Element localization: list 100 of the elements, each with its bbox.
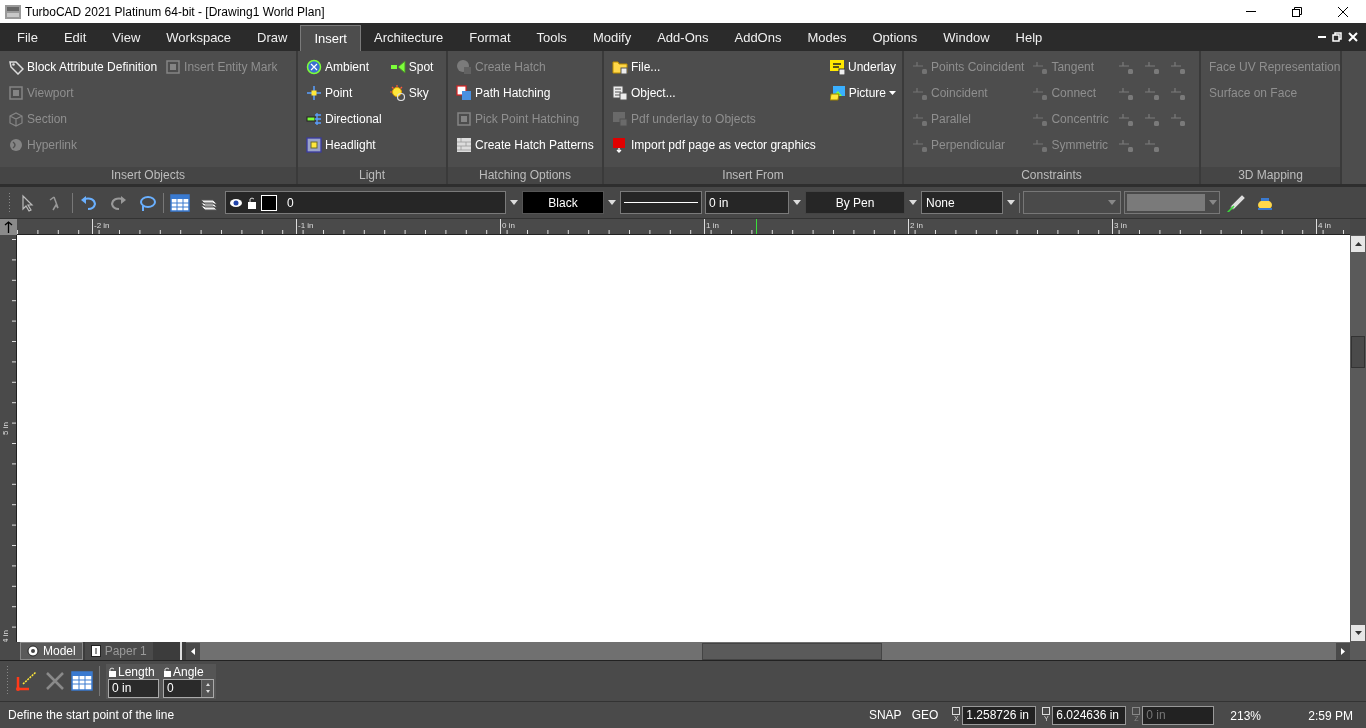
layer-name: 0 — [287, 194, 294, 212]
group-title: Insert From — [604, 167, 902, 184]
vertical-scrollbar[interactable] — [1350, 235, 1366, 642]
line-width-field[interactable]: 0 in — [705, 191, 789, 214]
lock-icon — [1032, 85, 1049, 101]
lock-icon — [1143, 137, 1160, 153]
tag-icon — [8, 59, 24, 75]
ruler-label: 1 in — [706, 220, 719, 232]
lock-icon — [912, 111, 928, 127]
ruler-label: 4 in — [1318, 220, 1331, 232]
arrows-icon — [306, 85, 322, 101]
pencil-icon — [1226, 193, 1246, 212]
line-style-dropdown[interactable] — [620, 191, 702, 214]
color-dropdown[interactable]: Black — [522, 191, 604, 214]
ribbon-button[interactable]: Import pdf page as vector graphics — [612, 135, 816, 155]
menu-tab[interactable]: Insert — [300, 25, 361, 51]
scroll-down-button[interactable] — [1351, 625, 1365, 641]
circle-icon — [456, 59, 472, 75]
menu-tab[interactable]: Options — [859, 25, 931, 51]
ribbon-button[interactable]: Point — [306, 83, 382, 103]
pen-dropdown[interactable]: By Pen — [805, 191, 905, 214]
menu-tab[interactable]: Modes — [794, 25, 860, 51]
close-icon — [1348, 32, 1358, 42]
up-arrow-icon — [4, 221, 13, 233]
cancel-button[interactable] — [45, 671, 65, 691]
layer-dropdown[interactable]: 0 — [225, 191, 506, 214]
lock-icon — [1117, 85, 1134, 101]
table-button[interactable] — [71, 671, 93, 691]
lock-icon — [912, 59, 928, 75]
directional-light-icon — [306, 111, 322, 127]
menu-tab[interactable]: Window — [930, 25, 1003, 51]
document-restore-button[interactable] — [1332, 32, 1342, 42]
down-caret-icon — [1354, 631, 1362, 635]
ribbon-button[interactable]: File... — [612, 57, 816, 77]
horizontal-scrollbar[interactable] — [186, 642, 1350, 660]
scroll-right-button[interactable] — [1336, 642, 1350, 660]
menu-tab[interactable]: Architecture — [360, 25, 457, 51]
eye-icon — [229, 197, 243, 208]
ribbon-button[interactable]: Spot — [389, 57, 434, 77]
ribbon-button[interactable]: Create Hatch Patterns — [456, 135, 594, 155]
cursor-marker — [756, 219, 757, 234]
group-title: Constraints — [904, 167, 1199, 184]
document-close-button[interactable] — [1348, 32, 1358, 42]
scroll-left-button[interactable] — [186, 642, 200, 660]
menu-tab[interactable]: View — [99, 25, 154, 51]
lock-icon — [1117, 59, 1134, 75]
ribbon-button[interactable]: Object... — [612, 83, 816, 103]
ribbon-button[interactable]: Picture — [829, 83, 896, 103]
menu-tab[interactable]: AddOns — [721, 25, 795, 51]
menu-tab[interactable]: Tools — [523, 25, 580, 51]
inspector-button[interactable] — [15, 669, 39, 693]
menu-tab[interactable]: File — [4, 25, 51, 51]
restore-icon — [1332, 32, 1342, 42]
menu-tab[interactable]: Modify — [579, 25, 645, 51]
group-title: Hatching Options — [448, 167, 602, 184]
ribbon-button[interactable]: Sky — [389, 83, 434, 103]
geo-toggle[interactable]: GEO — [911, 706, 939, 724]
coordinate-field[interactable]: 6.024636 in — [1052, 705, 1127, 725]
sheet-tab[interactable]: Model — [20, 642, 83, 660]
menu-tab[interactable]: Workspace — [153, 25, 245, 51]
redo-icon — [108, 193, 128, 212]
caret-icon — [909, 200, 917, 205]
ribbon-button[interactable]: Block Attribute Definition — [8, 57, 158, 77]
menu-tab[interactable]: Draw — [244, 25, 301, 51]
menu-tab[interactable]: Format — [456, 25, 524, 51]
scroll-thumb[interactable] — [1351, 336, 1365, 368]
coordinate-field[interactable]: 1.258726 in — [962, 705, 1037, 725]
caret-icon — [1007, 200, 1015, 205]
up-caret-icon — [1354, 242, 1362, 246]
ribbon-button[interactable]: Path Hatching — [456, 83, 594, 103]
ribbon-button[interactable]: Directional — [306, 109, 382, 129]
ruler-label: 5 in — [2, 422, 10, 435]
scroll-up-button[interactable] — [1351, 236, 1365, 252]
ribbon-button[interactable]: Ambient — [306, 57, 382, 77]
lock-icon — [108, 666, 117, 677]
ruler-label: 0 in — [502, 220, 515, 232]
snap-toggle[interactable]: SNAP — [868, 706, 902, 724]
grip-icon — [6, 666, 9, 696]
pdf-icon — [828, 59, 845, 75]
lock-icon — [1117, 111, 1134, 127]
ribbon-button[interactable]: Headlight — [306, 135, 382, 155]
input-field[interactable]: 0 in — [108, 678, 159, 698]
ribbon-button[interactable]: Underlay — [828, 57, 896, 77]
ruler-label: 4 in — [2, 630, 10, 642]
color-swatch-icon — [261, 194, 277, 211]
spin-field[interactable]: 0 — [163, 678, 214, 698]
left-caret-icon — [191, 647, 195, 655]
scrollbar-corner — [1350, 642, 1366, 660]
menu-tab[interactable]: Add-Ons — [644, 25, 722, 51]
fill-dropdown[interactable]: None — [921, 191, 1003, 214]
lock-icon — [912, 137, 928, 153]
pdf-icon — [612, 137, 628, 153]
scroll-thumb[interactable] — [702, 642, 882, 660]
menu-tab[interactable]: Edit — [50, 25, 100, 51]
lock-icon — [163, 666, 172, 677]
lock-icon — [1169, 59, 1186, 75]
menu-tab[interactable]: Help — [1002, 25, 1056, 51]
style-dropdown[interactable] — [1023, 191, 1121, 214]
line-icon — [624, 201, 698, 204]
document-icon — [612, 85, 628, 101]
